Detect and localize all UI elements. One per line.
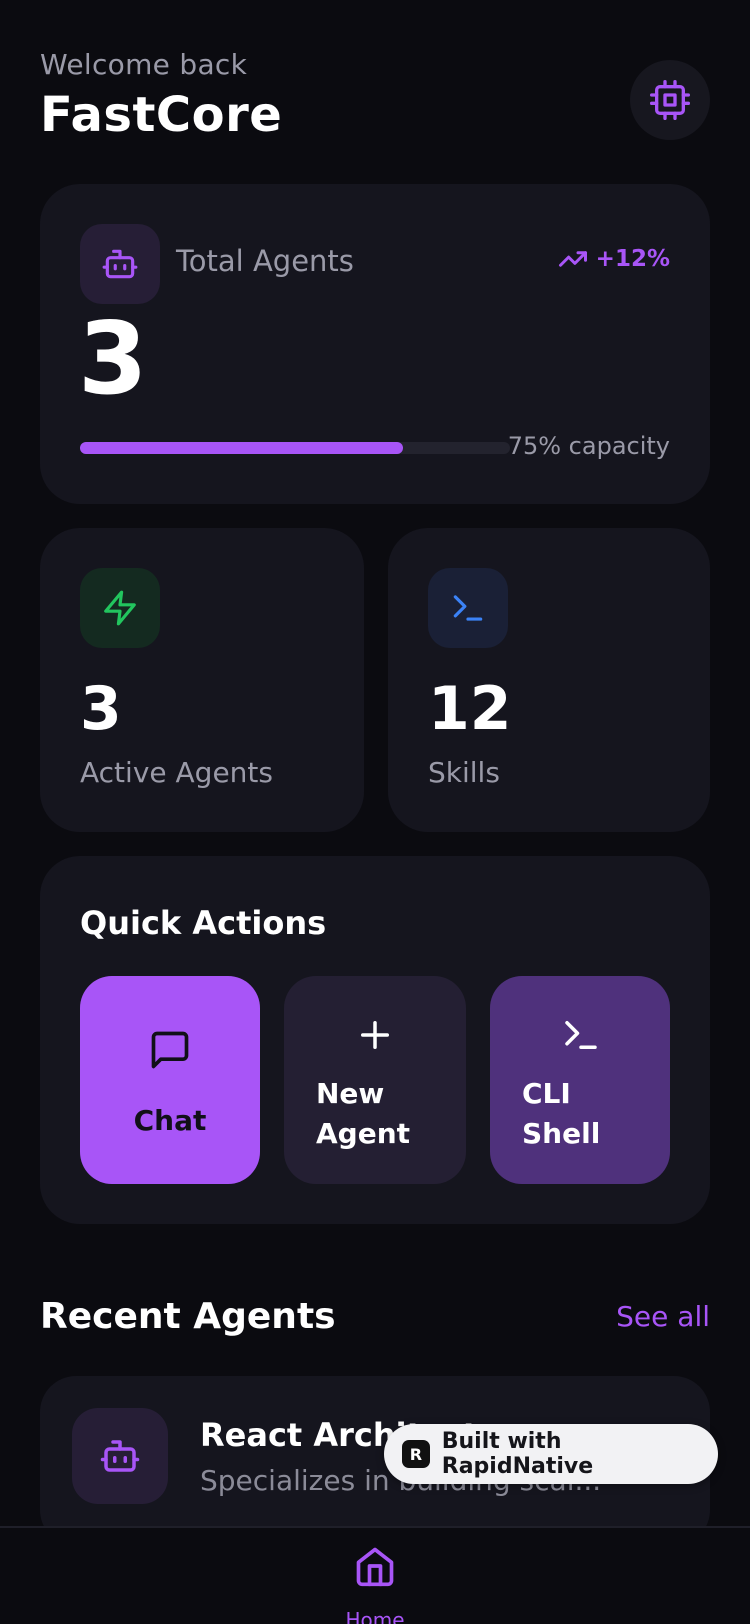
nav-item-home[interactable]: Home [340, 1544, 410, 1624]
home-screen: Welcome back FastCore Total Agents +12% … [0, 0, 750, 1624]
message-square-icon [151, 1031, 189, 1069]
terminal-icon [453, 595, 483, 621]
page-title: FastCore [40, 87, 283, 143]
chat-button[interactable]: Chat [80, 976, 260, 1184]
zap-icon [104, 590, 136, 626]
cli-shell-label-line1: CLI [522, 1077, 571, 1110]
quick-actions-title: Quick Actions [80, 904, 327, 942]
nav-home-label: Home [345, 1608, 405, 1624]
total-agents-value: 3 [78, 300, 148, 417]
trending-up-icon [558, 251, 587, 267]
cpu-icon [650, 80, 690, 120]
bot-icon [102, 249, 138, 279]
total-agents-label: Total Agents [176, 244, 354, 278]
new-agent-label: New Agent [316, 1074, 446, 1154]
trend-badge: +12% [558, 244, 670, 274]
active-agents-label: Active Agents [80, 756, 273, 789]
skills-card[interactable]: 12 Skills [388, 528, 710, 832]
chat-button-label: Chat [133, 1104, 207, 1137]
terminal-icon-box [428, 568, 508, 648]
rapidnative-badge[interactable]: R Built with RapidNative [384, 1424, 718, 1484]
home-icon [356, 1547, 394, 1587]
header: Welcome back FastCore [40, 48, 282, 143]
see-all-link[interactable]: See all [616, 1300, 710, 1333]
new-agent-label-line1: New [316, 1077, 385, 1110]
cli-shell-label-line2: Shell [522, 1117, 601, 1150]
active-agents-card[interactable]: 3 Active Agents [40, 528, 364, 832]
bot-icon [100, 1440, 140, 1472]
capacity-text: 75% capacity [507, 432, 670, 460]
bottom-nav: Home [0, 1526, 750, 1624]
quick-actions-card: Quick Actions Chat New Agent CLI Shell [40, 856, 710, 1224]
skills-value: 12 [428, 674, 512, 744]
settings-button[interactable] [630, 60, 710, 140]
welcome-text: Welcome back [40, 48, 248, 81]
cli-shell-label: CLI Shell [522, 1074, 652, 1154]
new-agent-button[interactable]: New Agent [284, 976, 466, 1184]
badge-text: Built with RapidNative [441, 1429, 594, 1479]
total-agents-card[interactable]: Total Agents +12% 3 75% capacity [40, 184, 710, 504]
bot-icon-box [80, 224, 160, 304]
zap-icon-box [80, 568, 160, 648]
bot-icon-box [72, 1408, 168, 1504]
recent-agents-title: Recent Agents [40, 1296, 336, 1337]
rapidnative-logo-icon: R [402, 1440, 430, 1468]
capacity-progress-fill [80, 442, 403, 454]
skills-label: Skills [428, 756, 500, 789]
trend-value: +12% [595, 246, 670, 272]
active-agents-value: 3 [80, 674, 122, 744]
terminal-icon [565, 1021, 597, 1049]
capacity-progress-bar [80, 442, 510, 454]
plus-icon [361, 1021, 389, 1049]
new-agent-label-line2: Agent [316, 1117, 411, 1150]
cli-shell-button[interactable]: CLI Shell [490, 976, 670, 1184]
